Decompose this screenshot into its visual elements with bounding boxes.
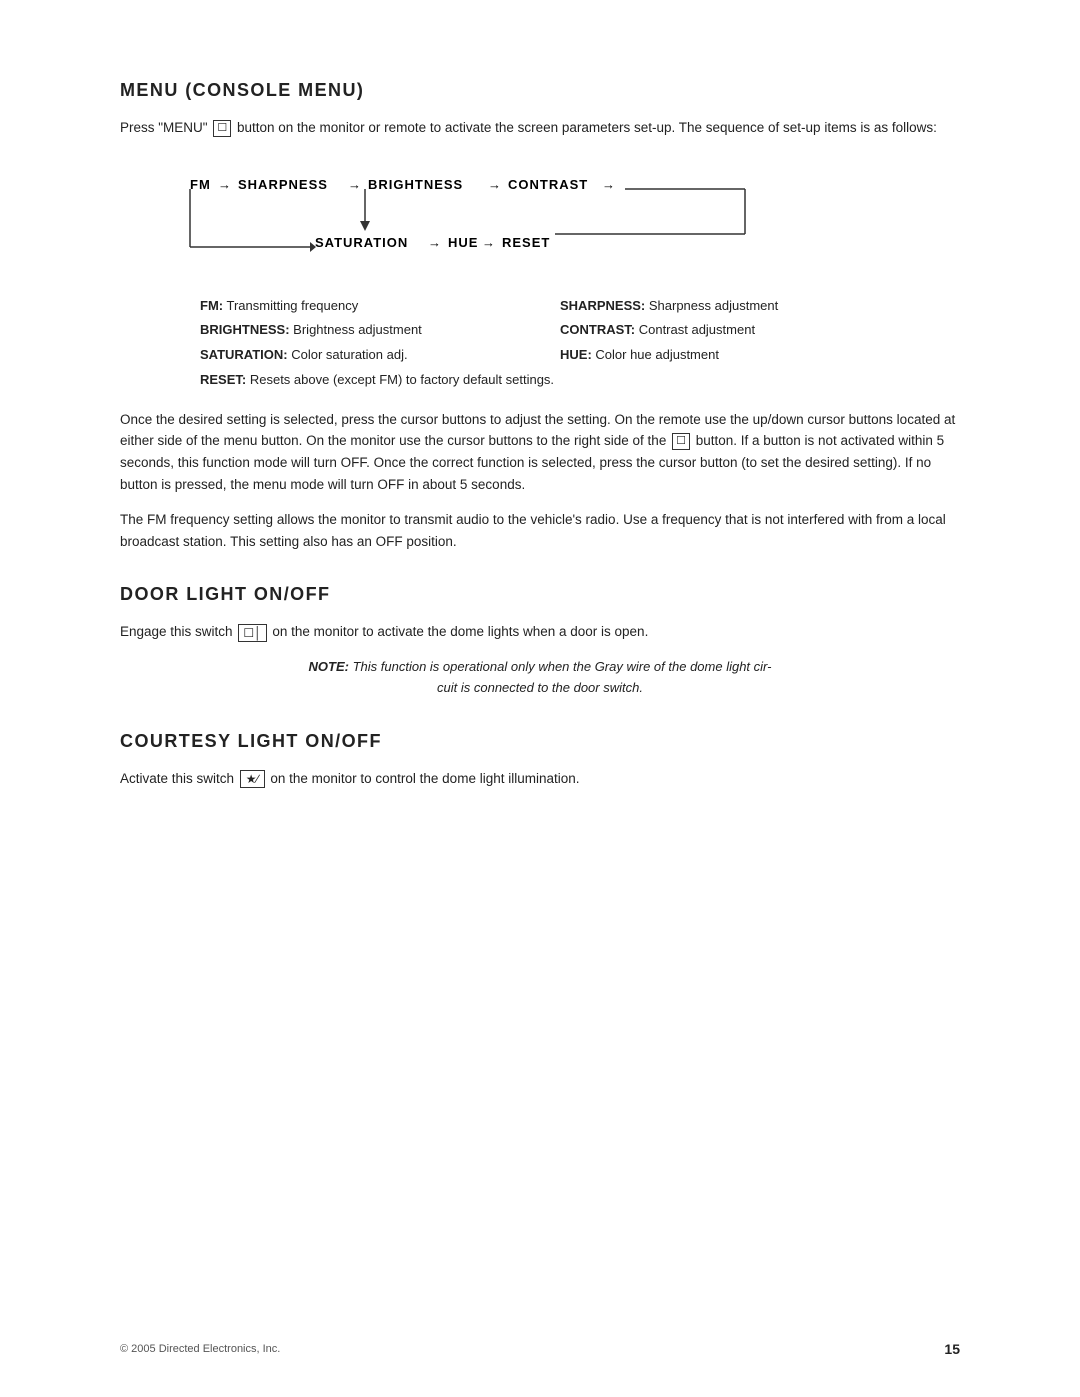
- menu-paragraph-3: The FM frequency setting allows the moni…: [120, 509, 960, 552]
- footer-copyright: © 2005 Directed Electronics, Inc.: [120, 1343, 280, 1355]
- flow-contrast: CONTRAST: [508, 177, 588, 192]
- flow-arrow-down: [360, 221, 370, 231]
- section-menu-console: Menu (Console Menu) Press "MENU" ☐ butto…: [120, 80, 960, 552]
- def-reset: RESET: Resets above (except FM) to facto…: [200, 370, 900, 391]
- flow-hue: HUE: [448, 235, 478, 250]
- def-sharpness: SHARPNESS: Sharpness adjustment: [560, 296, 900, 317]
- flow-arrow-1: →: [218, 177, 231, 192]
- cursor-icon: ☐: [672, 433, 690, 450]
- courtesy-para-before: Activate this switch: [120, 771, 238, 786]
- flow-arrow-4: →: [602, 177, 615, 192]
- menu-paragraph-1: Press "MENU" ☐ button on the monitor or …: [120, 117, 960, 139]
- flow-brightness: BRIGHTNESS: [368, 177, 463, 192]
- door-paragraph-1: Engage this switch ☐│ on the monitor to …: [120, 621, 960, 643]
- definitions-grid: FM: Transmitting frequency SHARPNESS: Sh…: [200, 296, 900, 391]
- flow-arrow-3: →: [488, 177, 501, 192]
- menu-paragraph-2: Once the desired setting is selected, pr…: [120, 409, 960, 495]
- flow-diagram-svg: FM → SHARPNESS → BRIGHTNESS → CONTRAST →: [180, 159, 780, 269]
- menu-para-before-icon: Press "MENU": [120, 120, 211, 135]
- courtesy-switch-icon: ★∕: [240, 770, 265, 788]
- page-content: Menu (Console Menu) Press "MENU" ☐ butto…: [0, 0, 1080, 901]
- note-label: NOTE:: [309, 659, 349, 674]
- section-heading-menu: Menu (Console Menu): [120, 80, 960, 101]
- section-courtesy-light: Courtesy Light On/Off Activate this swit…: [120, 731, 960, 790]
- flow-sharpness: SHARPNESS: [238, 177, 328, 192]
- section-heading-courtesy: Courtesy Light On/Off: [120, 731, 960, 752]
- page-footer: © 2005 Directed Electronics, Inc. 15: [120, 1341, 960, 1357]
- footer-page-number: 15: [944, 1341, 960, 1357]
- flow-reset: RESET: [502, 235, 550, 250]
- flow-saturation: SATURATION: [315, 235, 408, 250]
- flow-diagram: FM → SHARPNESS → BRIGHTNESS → CONTRAST →: [180, 159, 880, 272]
- menu-button-icon: ☐: [213, 120, 231, 137]
- flow-arrow-6: →: [482, 235, 495, 250]
- section-heading-door: Door Light On/Off: [120, 584, 960, 605]
- def-saturation: SATURATION: Color saturation adj.: [200, 345, 540, 366]
- door-note: NOTE: This function is operational only …: [200, 657, 880, 699]
- courtesy-para-after: on the monitor to control the dome light…: [270, 771, 579, 786]
- flow-arrow-5: →: [428, 235, 441, 250]
- door-para-after: on the monitor to activate the dome ligh…: [272, 624, 648, 639]
- flow-arrow-2: →: [348, 177, 361, 192]
- menu-para-after-icon: button on the monitor or remote to activ…: [237, 120, 937, 135]
- def-fm: FM: Transmitting frequency: [200, 296, 540, 317]
- door-switch-icon: ☐│: [238, 624, 266, 642]
- flow-fm: FM: [190, 177, 211, 192]
- door-para-before: Engage this switch: [120, 624, 236, 639]
- def-brightness: BRIGHTNESS: Brightness adjustment: [200, 320, 540, 341]
- note-text: This function is operational only when t…: [353, 659, 772, 695]
- def-hue: HUE: Color hue adjustment: [560, 345, 900, 366]
- def-contrast: CONTRAST: Contrast adjustment: [560, 320, 900, 341]
- courtesy-paragraph-1: Activate this switch ★∕ on the monitor t…: [120, 768, 960, 790]
- section-door-light: Door Light On/Off Engage this switch ☐│ …: [120, 584, 960, 698]
